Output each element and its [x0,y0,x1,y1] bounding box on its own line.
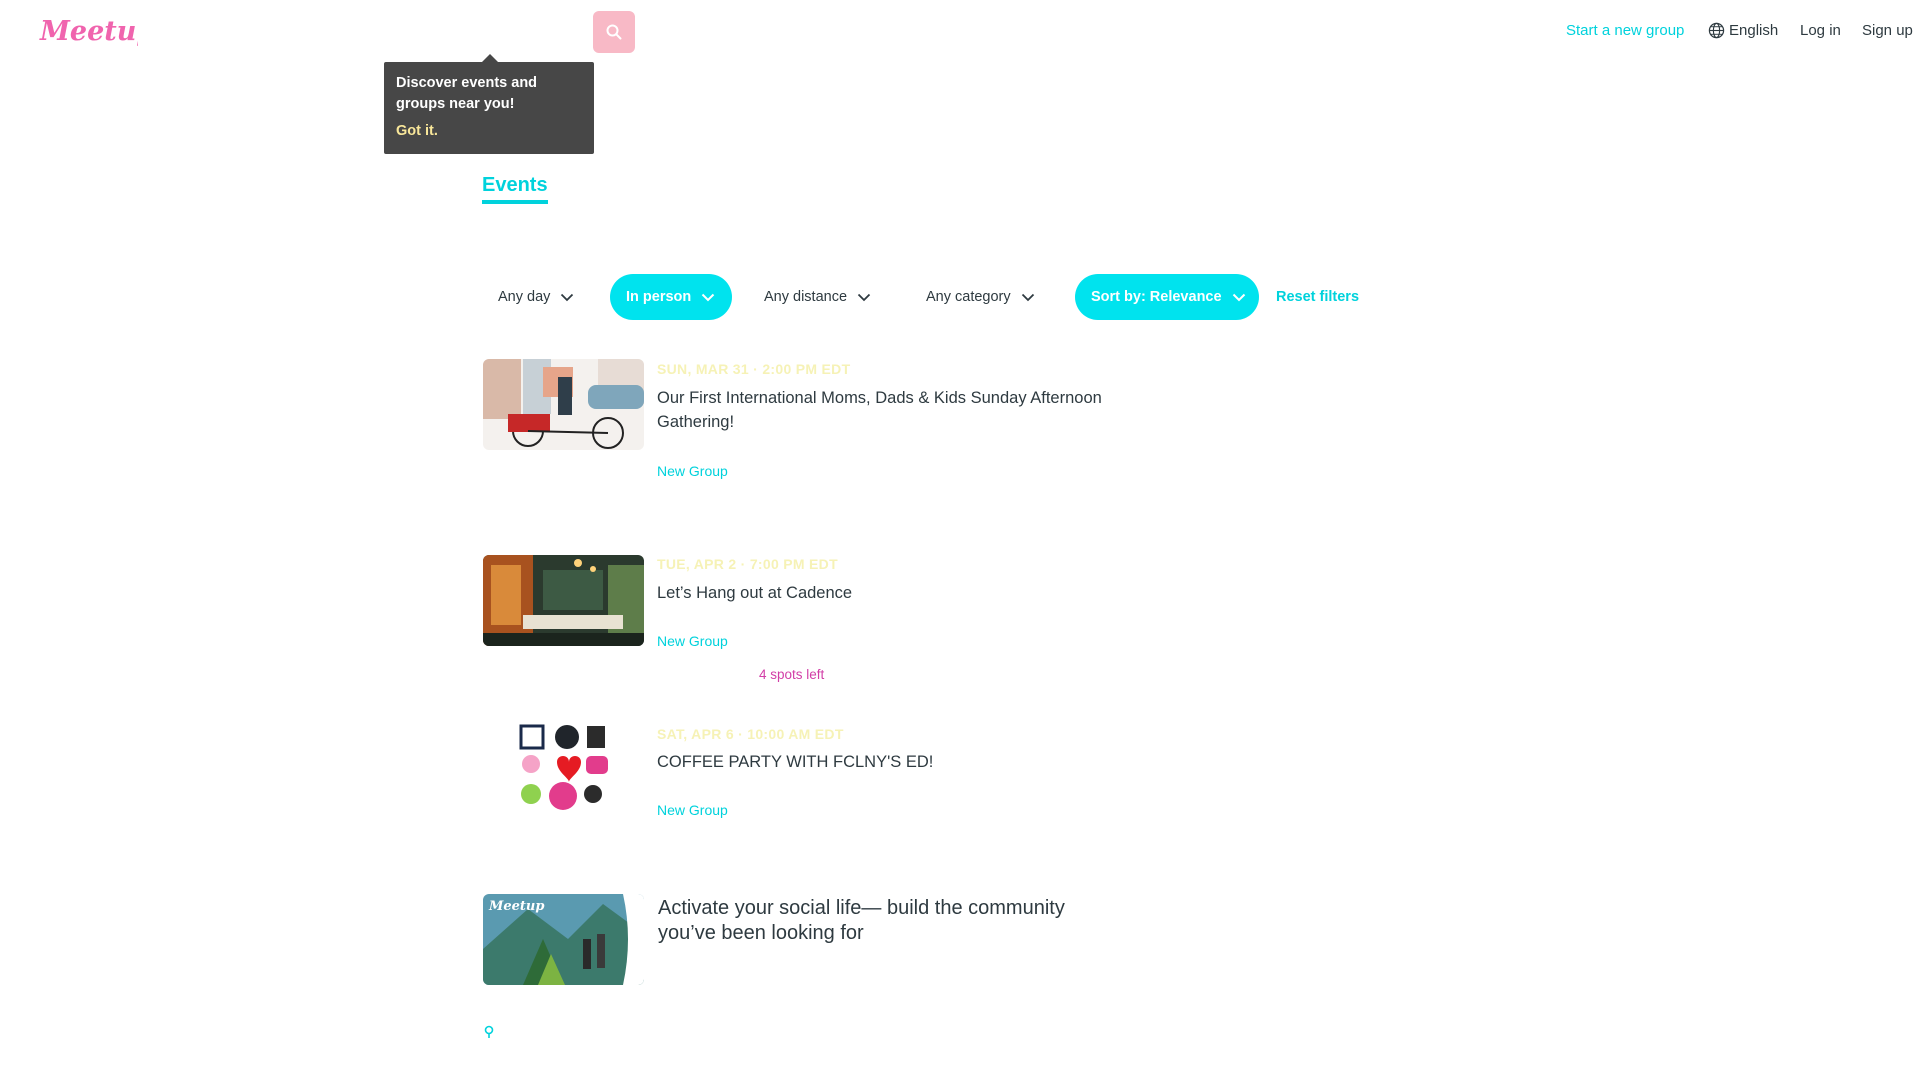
partial-icon [483,1025,495,1044]
login-link[interactable]: Log in [1800,22,1841,39]
partial-image [490,1074,600,1080]
search-button[interactable] [593,11,635,53]
discover-tooltip: Discover events and groups near you! Got… [384,62,594,154]
tooltip-text: Discover events and groups near you! [396,75,538,112]
tab-events[interactable]: Events [482,174,548,204]
event-image-bicycle [483,359,644,450]
promo-image-mountains: Meetup [483,894,644,985]
event-thumbnail[interactable] [483,555,644,646]
tooltip-got-it-button[interactable]: Got it. [396,123,582,139]
spots-left-badge: 4 spots left [759,667,825,682]
sort-filter-label: Sort by: Relevance [1091,289,1222,305]
chevron-down-icon [1232,293,1246,302]
promo-thumbnail: Meetup [483,894,644,985]
search-input[interactable] [420,11,592,53]
event-group-link[interactable]: New Group [657,802,728,818]
distance-filter-label: Any distance [764,289,848,305]
language-selector[interactable]: English [1708,22,1778,39]
event-date: TUE, APR 2 · 7:00 PM EDT [657,556,838,572]
logo-wordmark: Meetup [39,16,138,47]
promo-title: Activate your social life— build the com… [658,897,1065,944]
reset-filters-button[interactable]: Reset filters [1260,274,1375,320]
search-icon [606,24,622,40]
event-title[interactable]: COFFEE PARTY WITH FCLNY'S ED! [657,750,1137,774]
event-thumbnail[interactable] [483,359,644,450]
event-group-link[interactable]: New Group [657,463,728,479]
event-image-cafe [483,555,644,646]
event-title[interactable]: Let’s Hang out at Cadence [657,581,1137,605]
language-label: English [1729,22,1779,39]
promo-logo-wordmark: Meetup [488,899,544,914]
category-filter-label: Any category [926,289,1011,305]
start-new-group-link[interactable]: Start a new group [1566,22,1684,39]
event-thumbnail[interactable] [483,724,644,815]
chevron-down-icon [1021,293,1035,302]
event-image-stickers [483,724,644,815]
chevron-down-icon [857,293,871,302]
day-filter[interactable]: Any day [482,274,590,320]
event-type-filter-label: In person [626,289,692,305]
sort-filter[interactable]: Sort by: Relevance [1075,274,1259,320]
signup-link[interactable]: Sign up [1862,22,1913,39]
event-type-filter[interactable]: In person [610,274,732,320]
event-date: SAT, APR 6 · 10:00 AM EDT [657,726,844,742]
event-group-link[interactable]: New Group [657,633,728,649]
meetup-logo[interactable]: Meetup [38,10,155,52]
event-title[interactable]: Our First International Moms, Dads & Kid… [657,386,1137,434]
pin-icon [484,1025,494,1038]
chevron-down-icon [701,293,715,302]
globe-icon [1708,22,1725,39]
event-date: SUN, MAR 31 · 2:00 PM EDT [657,361,851,377]
tooltip-arrow [482,54,498,62]
distance-filter[interactable]: Any distance [748,274,887,320]
category-filter[interactable]: Any category [910,274,1051,320]
chevron-down-icon [560,293,574,302]
day-filter-label: Any day [498,289,551,305]
